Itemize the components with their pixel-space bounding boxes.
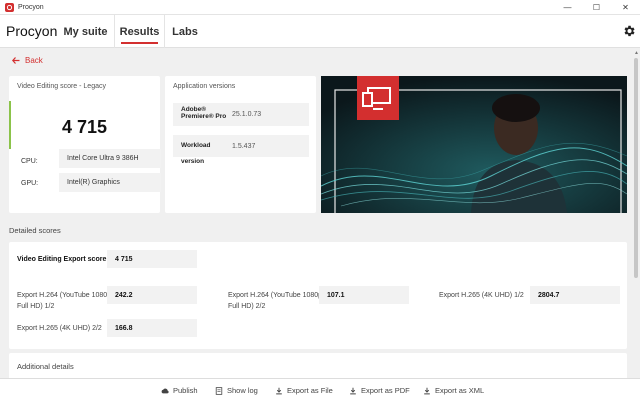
results-content: Back Video Editing score - Legacy 4 715 … xyxy=(0,48,632,378)
score-label: Export H.264 (YouTube 1080p Full HD) 1/2 xyxy=(17,292,112,310)
benchmark-hero-image xyxy=(321,76,627,213)
back-label: Back xyxy=(25,56,43,65)
score-value: 107.1 xyxy=(319,286,409,304)
bottom-action-bar: Publish Show log Export as File Export a… xyxy=(0,378,640,402)
export-pdf-label: Export as PDF xyxy=(361,386,410,395)
show-log-icon xyxy=(215,386,223,395)
tab-label: Labs xyxy=(172,25,198,38)
detailed-scores-title: Detailed scores xyxy=(9,226,61,235)
tab-label: Results xyxy=(119,25,160,38)
show-log-button[interactable]: Show log xyxy=(215,386,258,395)
gpu-label: GPU: xyxy=(21,180,39,187)
tab-labs[interactable]: Labs xyxy=(166,15,204,48)
scrollbar-thumb[interactable] xyxy=(634,58,638,278)
minimize-button[interactable]: — xyxy=(553,0,582,15)
score-label: Export H.265 (4K UHD) 1/2 xyxy=(439,292,524,299)
scroll-up-arrow-icon[interactable]: ▲ xyxy=(634,50,639,56)
tab-my-suite[interactable]: My suite xyxy=(57,15,115,48)
gear-icon[interactable] xyxy=(622,24,636,38)
score-label: Export H.264 (YouTube 1080p Full HD) 2/2 xyxy=(228,292,323,310)
window-title: Procyon xyxy=(18,3,44,11)
export-file-label: Export as File xyxy=(287,386,333,395)
cpu-label: CPU: xyxy=(21,158,38,165)
additional-details-card[interactable]: Additional details xyxy=(9,353,627,378)
app-header: Procyon My suite Results Labs xyxy=(0,15,640,48)
main-score-value: 4 715 xyxy=(107,250,197,268)
close-button[interactable]: ✕ xyxy=(611,0,640,15)
tab-results[interactable]: Results xyxy=(115,15,165,48)
show-log-label: Show log xyxy=(227,386,258,395)
maximize-button[interactable]: ☐ xyxy=(582,0,611,15)
application-versions-title: Application versions xyxy=(173,83,236,90)
brand-title: Procyon xyxy=(6,23,58,39)
download-icon xyxy=(424,387,430,394)
score-value: 242.2 xyxy=(107,286,197,304)
export-xml-button[interactable]: Export as XML xyxy=(423,386,484,395)
overall-score: 4 715 xyxy=(61,117,108,137)
publish-button[interactable]: Publish xyxy=(161,386,198,395)
gpu-value: Intel(R) Graphics xyxy=(59,173,161,192)
publish-icon xyxy=(161,388,169,393)
score-title: Video Editing score - Legacy xyxy=(17,83,106,90)
back-arrow-icon xyxy=(12,57,20,64)
score-value: 166.8 xyxy=(107,319,197,337)
main-score-label: Video Editing Export score xyxy=(17,256,107,263)
score-card: Video Editing score - Legacy 4 715 CPU: … xyxy=(9,76,161,213)
score-value: 2804.7 xyxy=(530,286,620,304)
app-version: 25.1.0.73 xyxy=(228,103,309,126)
active-tab-indicator xyxy=(121,42,158,44)
download-icon xyxy=(276,387,282,394)
publish-label: Publish xyxy=(173,386,198,395)
download-icon xyxy=(350,387,356,394)
cpu-value: Intel Core Ultra 9 386H xyxy=(59,149,161,168)
app-name: Adobe® Premiere® Pro xyxy=(173,103,228,126)
detailed-scores-card: Video Editing Export score 4 715 Export … xyxy=(9,242,627,349)
export-pdf-button[interactable]: Export as PDF xyxy=(349,386,410,395)
procyon-app-icon xyxy=(5,2,14,12)
export-file-button[interactable]: Export as File xyxy=(275,386,333,395)
application-versions-card: Application versions Adobe® Premiere® Pr… xyxy=(165,76,316,213)
back-link[interactable]: Back xyxy=(12,56,43,65)
app-version: 1.5.437 xyxy=(228,135,309,157)
tab-label: My suite xyxy=(63,25,108,38)
export-xml-label: Export as XML xyxy=(435,386,485,395)
app-name: Workload version xyxy=(173,135,228,165)
hero-illustration xyxy=(321,76,627,213)
score-label: Export H.265 (4K UHD) 2/2 xyxy=(17,325,102,332)
window-titlebar: Procyon — ☐ ✕ xyxy=(0,0,640,15)
additional-details-title: Additional details xyxy=(17,362,74,371)
